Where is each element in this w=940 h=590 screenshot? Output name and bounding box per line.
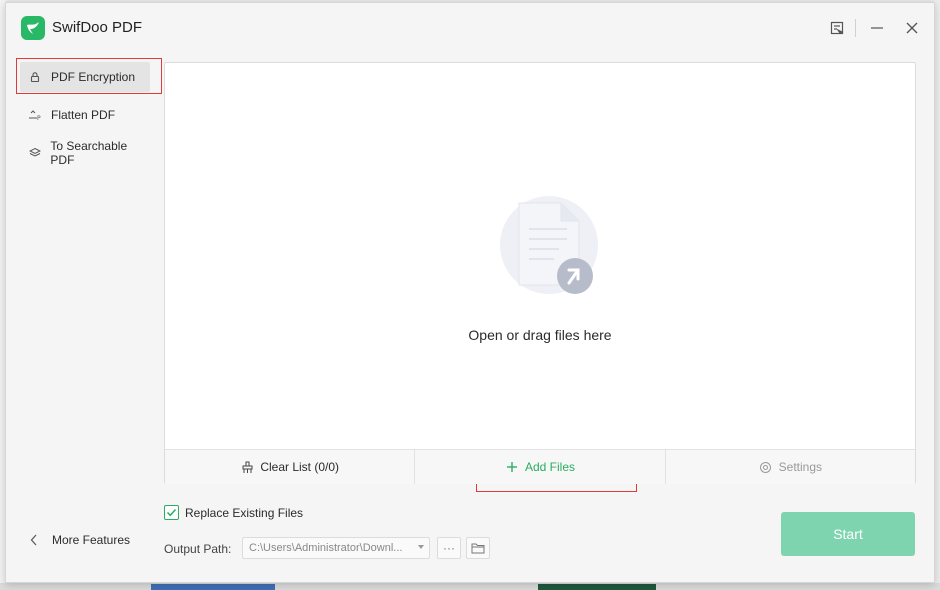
sidebar-item-flatten-pdf[interactable]: P Flatten PDF: [20, 100, 150, 130]
chevron-left-icon: [28, 534, 40, 546]
layers-icon: [28, 146, 41, 160]
plus-icon: [505, 460, 519, 474]
background-thumbnail: [151, 584, 275, 590]
output-path-select[interactable]: C:\Users\Administrator\Downl...: [242, 537, 430, 559]
more-features-label: More Features: [52, 533, 131, 547]
replace-existing-checkbox[interactable]: [164, 505, 179, 520]
settings-button[interactable]: Settings: [666, 450, 915, 484]
replace-existing-label: Replace Existing Files: [185, 505, 304, 520]
gear-icon: [759, 460, 773, 474]
output-path-label: Output Path:: [164, 542, 232, 556]
sidebar-item-pdf-encryption[interactable]: PDF Encryption: [20, 62, 150, 92]
minimize-icon[interactable]: [866, 17, 888, 39]
sidebar-item-label: Flatten PDF: [51, 108, 116, 122]
feedback-icon[interactable]: [826, 17, 848, 39]
add-files-button[interactable]: Add Files: [415, 450, 665, 484]
tool-window: SwifDoo PDF PDF Encryption P Flatten PDF: [5, 2, 935, 583]
app-title: SwifDoo PDF: [52, 19, 143, 36]
drop-hint-text: Open or drag files here: [468, 327, 612, 343]
clear-broom-icon: [240, 460, 254, 474]
start-button[interactable]: Start: [781, 512, 915, 556]
close-icon[interactable]: [901, 17, 923, 39]
output-options: Replace Existing Files Output Path: C:\U…: [164, 503, 916, 583]
background-thumbnail-2: [538, 584, 656, 590]
open-folder-button[interactable]: [466, 537, 490, 559]
dropdown-caret-icon: [418, 545, 424, 549]
file-upload-illustration-icon: [499, 193, 599, 301]
svg-text:P: P: [37, 115, 41, 121]
replace-existing-checkbox-row[interactable]: Replace Existing Files: [164, 505, 303, 520]
file-drop-zone[interactable]: Open or drag files here Clear List (0/0)…: [164, 62, 916, 484]
lock-icon: [28, 70, 42, 84]
background-app-bottom: [0, 583, 940, 590]
sidebar: PDF Encryption P Flatten PDF To Searchab…: [6, 53, 164, 583]
output-path-value: C:\Users\Administrator\Downl...: [249, 542, 403, 554]
sidebar-item-label: PDF Encryption: [51, 70, 136, 84]
sidebar-item-label: To Searchable PDF: [50, 139, 128, 167]
sidebar-item-to-searchable-pdf[interactable]: To Searchable PDF: [20, 138, 150, 168]
titlebar-divider: [855, 19, 856, 37]
more-features-link[interactable]: More Features: [28, 533, 130, 547]
file-action-bar: Clear List (0/0) Add Files Settings: [165, 449, 915, 484]
folder-icon: [471, 543, 485, 554]
title-bar: SwifDoo PDF: [6, 3, 934, 53]
clear-list-button[interactable]: Clear List (0/0): [165, 450, 414, 484]
app-logo-icon: [21, 16, 45, 40]
browse-more-button[interactable]: ···: [437, 537, 461, 559]
flatten-icon: P: [28, 108, 42, 122]
